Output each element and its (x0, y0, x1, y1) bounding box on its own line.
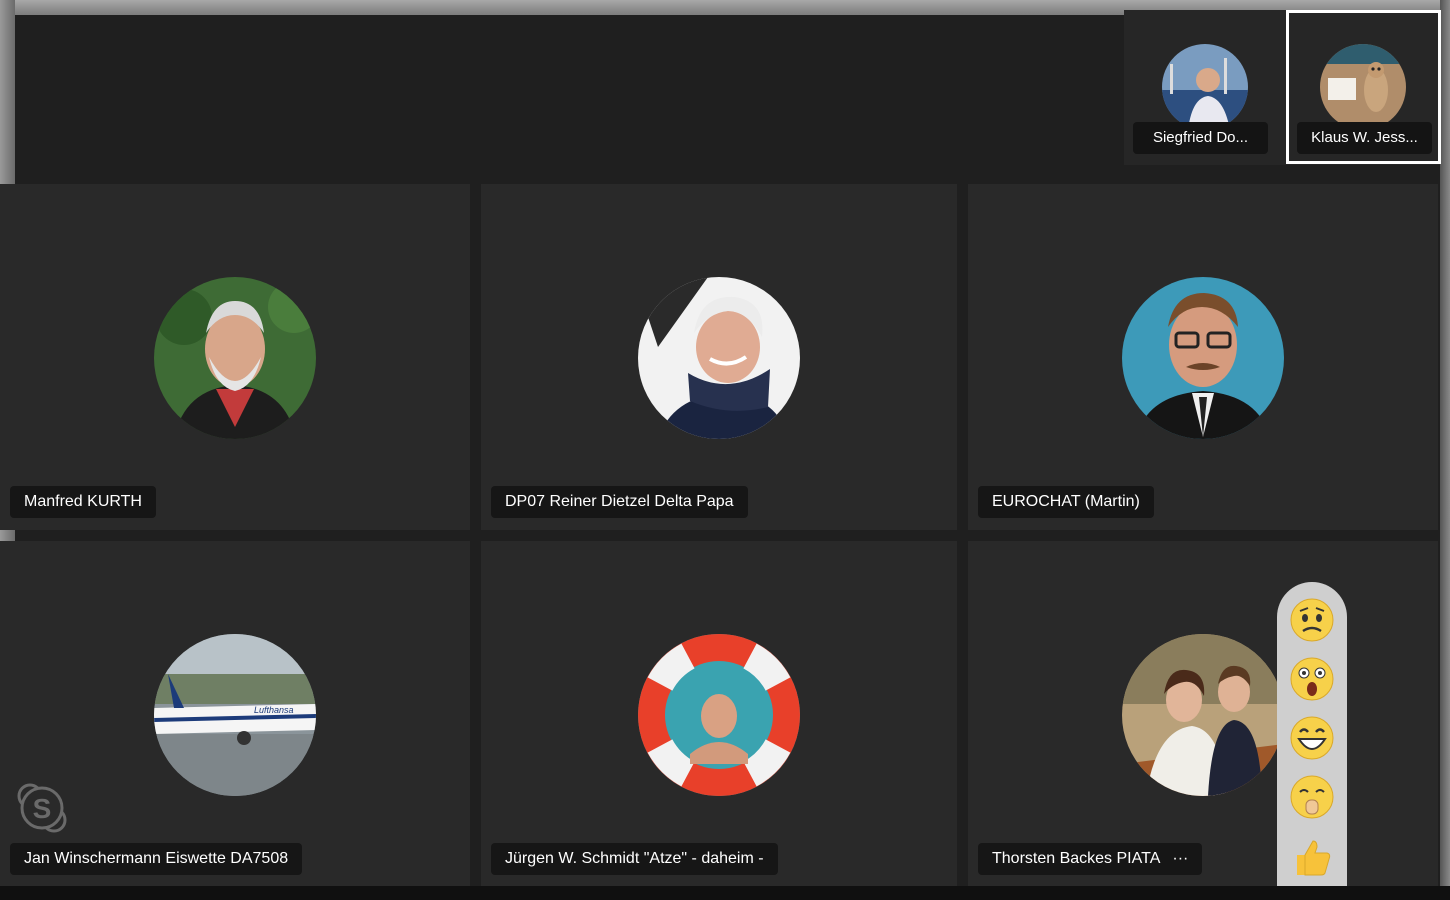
participant-name: Jan Winschermann Eiswette DA7508 (10, 843, 303, 875)
participant-tile-jan[interactable]: Lufthansa Jan Winschermann Eiswette DA75… (0, 541, 470, 887)
surprised-emoji-icon[interactable] (1289, 656, 1335, 702)
participant-name: Klaus W. Jess... (1297, 122, 1432, 154)
participant-tile-eurochat[interactable]: EUROCHAT (Martin) (968, 184, 1438, 530)
avatar (1122, 634, 1284, 796)
reactions-bar (1277, 582, 1347, 900)
worried-emoji-icon[interactable] (1289, 597, 1335, 643)
participant-name: Siegfried Do... (1133, 122, 1268, 154)
window-frame-right (1440, 0, 1450, 900)
blush-emoji-icon[interactable] (1289, 774, 1335, 820)
avatar (638, 277, 800, 439)
participant-name-text: Thorsten Backes PIATA (992, 850, 1161, 867)
participant-name: EUROCHAT (Martin) (978, 486, 1154, 518)
svg-text:Lufthansa: Lufthansa (254, 705, 294, 715)
participant-tile-thorsten[interactable]: Thorsten Backes PIATA ··· (968, 541, 1438, 887)
participant-tile-reiner[interactable]: DP07 Reiner Dietzel Delta Papa (481, 184, 957, 530)
avatar (154, 277, 316, 439)
participant-name: Jürgen W. Schmidt "Atze" - daheim - (491, 843, 778, 875)
window-frame-bottom (0, 886, 1450, 900)
participant-name: DP07 Reiner Dietzel Delta Papa (491, 486, 748, 518)
participant-tile-juergen[interactable]: Jürgen W. Schmidt "Atze" - daheim - (481, 541, 957, 887)
svg-text:S: S (33, 793, 52, 824)
participant-thumbnail-siegfried[interactable]: Siegfried Do... (1130, 10, 1280, 162)
avatar (1122, 277, 1284, 439)
thumbs-up-emoji-icon[interactable] (1289, 833, 1335, 879)
more-options-icon[interactable]: ··· (1172, 850, 1188, 867)
participant-name: Manfred KURTH (10, 486, 156, 518)
participant-tile-manfred[interactable]: Manfred KURTH (0, 184, 470, 530)
avatar (1162, 44, 1248, 130)
skype-logo-icon: S (16, 782, 68, 834)
avatar (1320, 44, 1406, 130)
avatar: Lufthansa (154, 634, 316, 796)
laughing-emoji-icon[interactable] (1289, 715, 1335, 761)
participant-name: Thorsten Backes PIATA ··· (978, 843, 1203, 875)
participant-thumbnail-klaus-active[interactable]: Klaus W. Jess... (1286, 10, 1441, 164)
avatar (638, 634, 800, 796)
